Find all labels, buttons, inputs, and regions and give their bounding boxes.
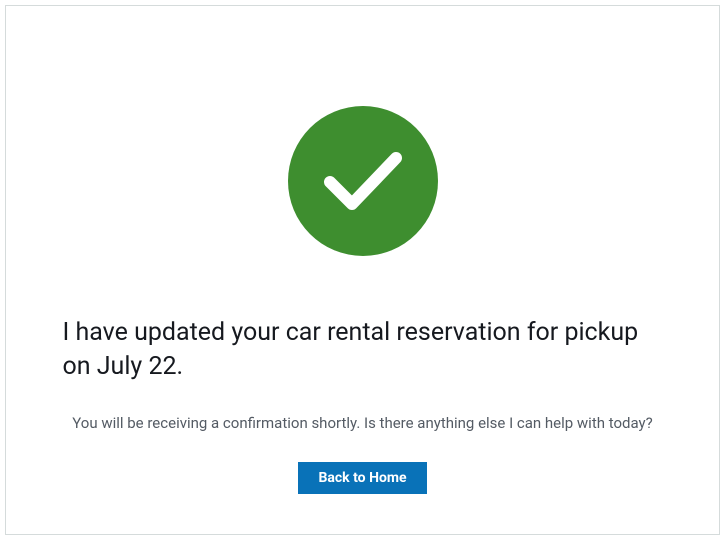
back-to-home-button[interactable]: Back to Home: [298, 462, 426, 494]
checkmark-icon: [318, 146, 408, 216]
confirmation-subtext: You will be receiving a confirmation sho…: [72, 414, 652, 432]
confirmation-panel: I have updated your car rental reservati…: [5, 5, 720, 535]
confirmation-heading: I have updated your car rental reservati…: [63, 316, 663, 384]
success-checkmark-icon: [288, 106, 438, 256]
